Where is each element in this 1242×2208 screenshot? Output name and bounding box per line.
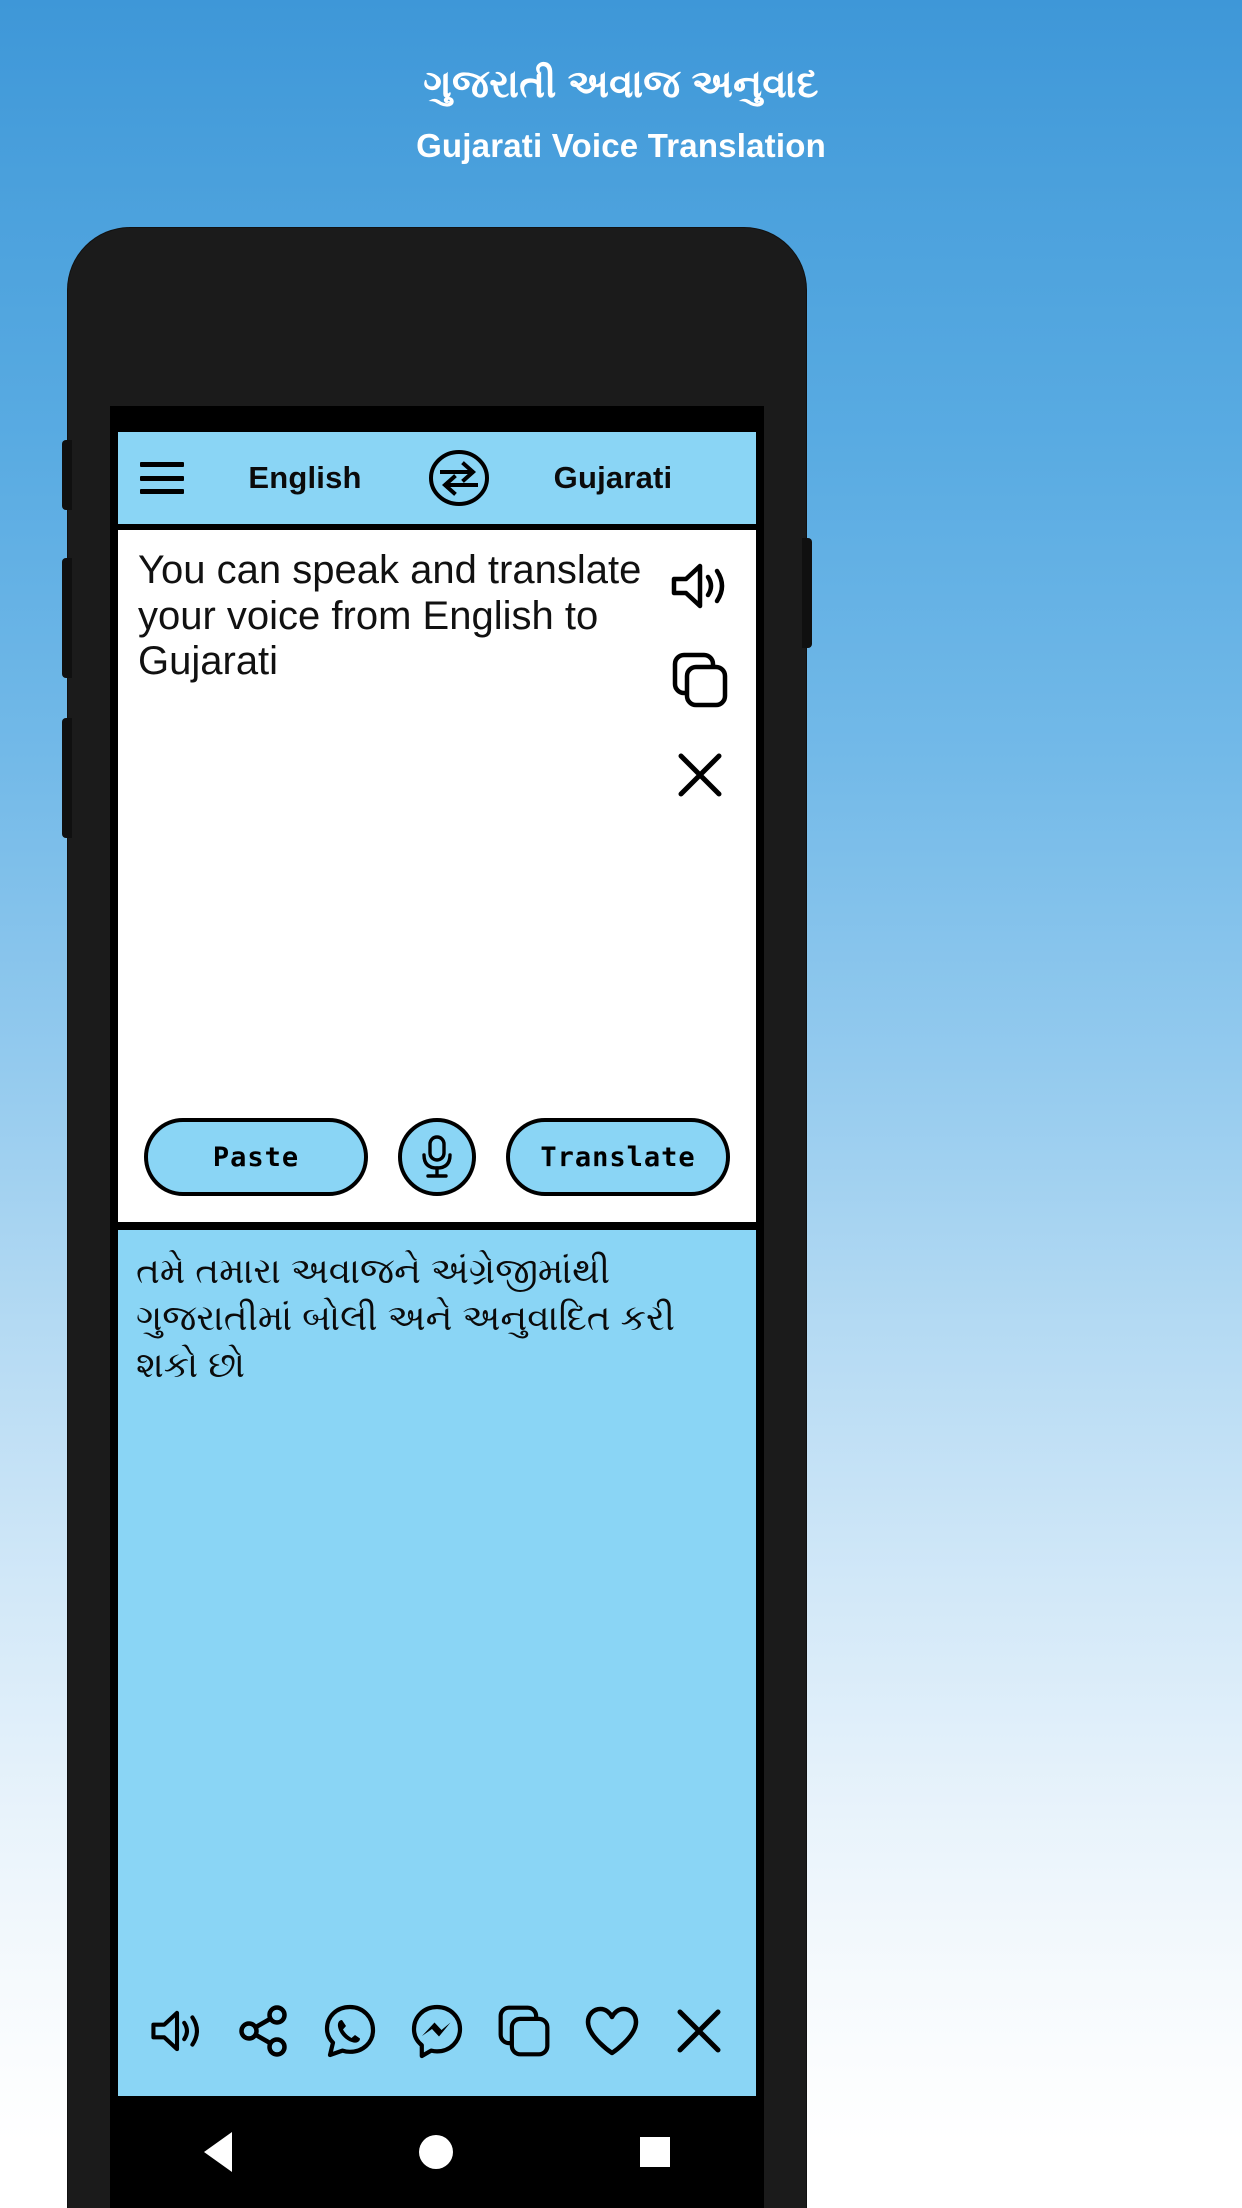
favorite-icon[interactable]	[583, 2004, 641, 2058]
page-header: ગુજરાતી અવાજ અનુવાદ Gujarati Voice Trans…	[0, 0, 1242, 165]
clear-icon[interactable]	[673, 748, 727, 802]
microphone-icon[interactable]	[398, 1118, 476, 1196]
page-title-english: Gujarati Voice Translation	[416, 126, 826, 164]
translated-text[interactable]: તમે તમારા અવાજને અંગ્રેજીમાંથી ગુજરાતીમા…	[118, 1230, 756, 1980]
source-text-body: You can speak and translate your voice f…	[118, 530, 756, 1110]
source-text-input[interactable]: You can speak and translate your voice f…	[138, 548, 654, 1110]
app-screen: English Gujarati You can speak and trans…	[110, 406, 764, 2208]
phone-mockup: English Gujarati You can speak and trans…	[62, 228, 812, 2208]
android-home-icon[interactable]	[418, 2135, 453, 2169]
phone-volume-up-button	[62, 558, 72, 678]
android-navigation-bar	[110, 2096, 764, 2208]
whatsapp-icon[interactable]	[322, 2003, 378, 2059]
copy-icon[interactable]	[496, 2003, 552, 2059]
android-recents-icon[interactable]	[640, 2137, 671, 2167]
app-bar: English Gujarati	[118, 432, 756, 524]
hamburger-menu-icon[interactable]	[140, 462, 184, 494]
swap-languages-icon[interactable]	[426, 445, 492, 511]
target-language-label[interactable]: Gujarati	[492, 460, 734, 496]
copy-icon[interactable]	[670, 650, 730, 710]
messenger-icon[interactable]	[409, 2003, 465, 2059]
translate-button[interactable]: Translate	[506, 1118, 730, 1196]
share-icon[interactable]	[237, 2004, 291, 2058]
speaker-icon[interactable]	[668, 560, 732, 612]
source-action-row: Paste Translate	[118, 1110, 756, 1222]
phone-volume-down-button	[62, 718, 72, 838]
clear-icon[interactable]	[672, 2004, 726, 2058]
target-action-row	[118, 1980, 756, 2096]
phone-side-button	[62, 440, 72, 510]
android-back-icon[interactable]	[203, 2132, 232, 2172]
phone-power-button	[802, 538, 812, 648]
source-icon-column	[654, 548, 746, 1110]
source-text-panel: You can speak and translate your voice f…	[118, 530, 756, 1222]
phone-display: English Gujarati You can speak and trans…	[110, 406, 764, 2208]
target-text-panel: તમે તમારા અવાજને અંગ્રેજીમાંથી ગુજરાતીમા…	[118, 1230, 756, 2096]
status-bar	[110, 406, 764, 432]
source-language-label[interactable]: English	[184, 460, 426, 496]
page-title-gujarati: ગુજરાતી અવાજ અનુવાદ	[423, 63, 819, 106]
paste-button[interactable]: Paste	[144, 1118, 368, 1196]
speaker-icon[interactable]	[148, 2007, 206, 2055]
